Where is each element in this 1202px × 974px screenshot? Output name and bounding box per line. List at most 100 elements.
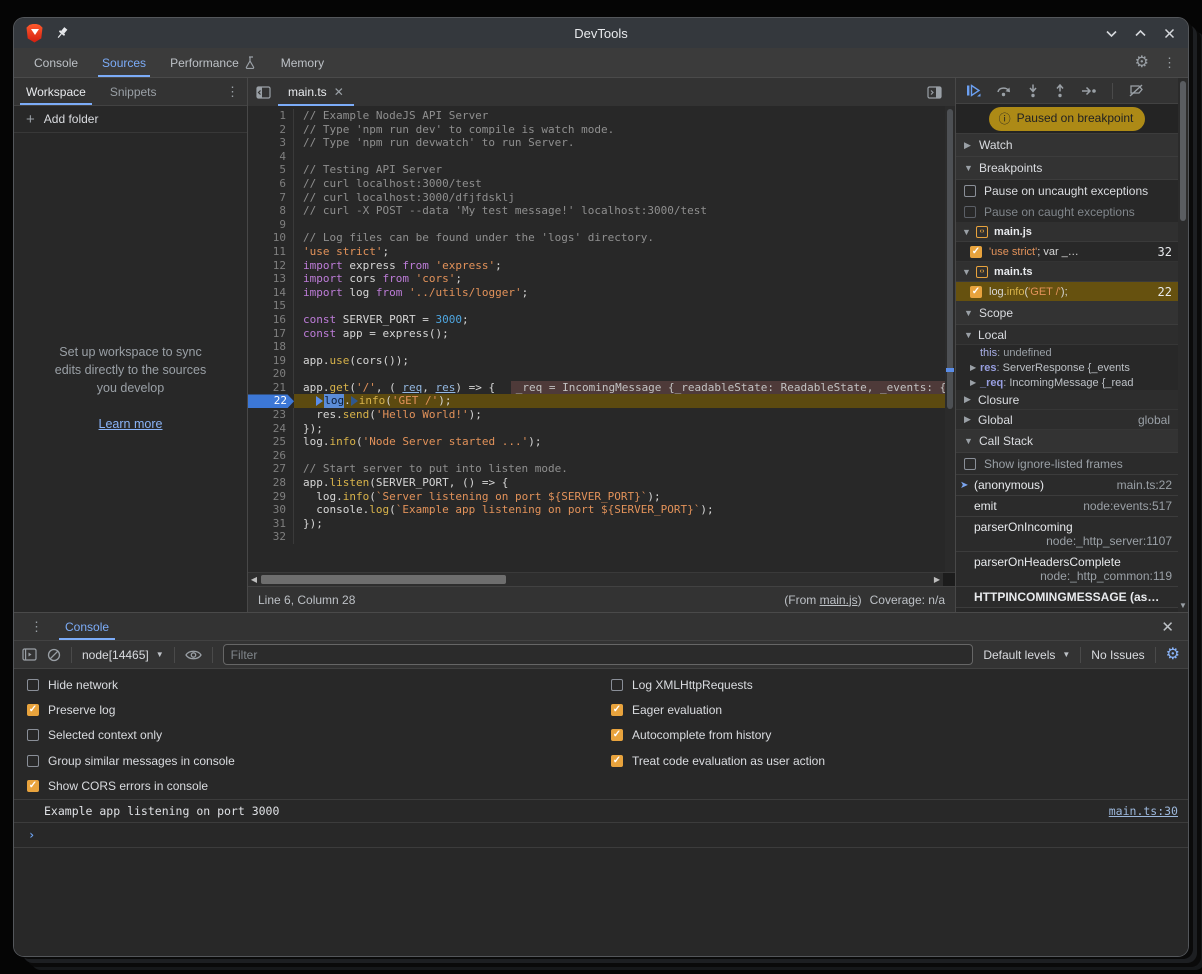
code-line[interactable]: 2// Type 'npm run dev' to compile is wat…: [248, 123, 955, 137]
scope-section-header[interactable]: ▼ Scope: [956, 302, 1178, 325]
code-line[interactable]: 12import express from 'express';: [248, 259, 955, 273]
checkbox-unchecked[interactable]: [27, 755, 39, 767]
checkbox-unchecked[interactable]: [964, 185, 976, 197]
scope-group-closure[interactable]: ▶Closure: [956, 390, 1178, 410]
code-line[interactable]: 5// Testing API Server: [248, 163, 955, 177]
code-line[interactable]: 20: [248, 367, 955, 381]
line-number[interactable]: 10: [248, 231, 294, 245]
line-number[interactable]: 14: [248, 286, 294, 300]
pin-icon[interactable]: [55, 26, 69, 40]
checkbox-disabled[interactable]: [964, 206, 976, 218]
step-out-button[interactable]: [1054, 84, 1066, 98]
learn-more-link[interactable]: Learn more: [14, 417, 247, 431]
call-stack-frame[interactable]: emitnode:events:517: [956, 496, 1178, 517]
watch-section-header[interactable]: ▶ Watch: [956, 134, 1178, 157]
line-number[interactable]: 30: [248, 503, 294, 517]
code-line[interactable]: 6// curl localhost:3000/test: [248, 177, 955, 191]
code-line[interactable]: 21app.get('/', ( req, res) => { _req = I…: [248, 381, 955, 395]
checkbox-checked[interactable]: ✓: [611, 729, 623, 741]
scrollbar-thumb[interactable]: [261, 575, 506, 584]
code-line[interactable]: 10// Log files can be found under the 'l…: [248, 231, 955, 245]
console-setting-row[interactable]: Group similar messages in console: [27, 748, 598, 773]
breakpoint-file-group[interactable]: ▼‹›main.js: [956, 222, 1178, 242]
console-sidebar-icon[interactable]: [22, 648, 37, 661]
collapse-sidebar-icon[interactable]: [248, 78, 278, 106]
from-file-link[interactable]: main.js: [820, 593, 858, 607]
code-line[interactable]: 15: [248, 299, 955, 313]
code-line[interactable]: 28app.listen(SERVER_PORT, () => {: [248, 476, 955, 490]
line-number[interactable]: 3: [248, 136, 294, 150]
code-line[interactable]: 25log.info('Node Server started ...');: [248, 435, 955, 449]
drawer-tab-console[interactable]: Console: [53, 613, 121, 640]
breakpoints-section-header[interactable]: ▼ Breakpoints: [956, 157, 1178, 180]
code-line[interactable]: 27// Start server to put into listen mod…: [248, 462, 955, 476]
code-line[interactable]: 1// Example NodeJS API Server: [248, 109, 955, 123]
scope-variable[interactable]: ▶res: ServerResponse {_events: [956, 360, 1178, 375]
code-line[interactable]: 8// curl -X POST --data 'My test message…: [248, 204, 955, 218]
call-stack-frame[interactable]: parserOnIncomingnode:_http_server:1107: [956, 517, 1178, 552]
line-number[interactable]: 11: [248, 245, 294, 259]
breakpoint-item[interactable]: ✓log.info('GET /');22: [956, 282, 1178, 302]
line-number[interactable]: 13: [248, 272, 294, 286]
scope-variable[interactable]: this: undefined: [956, 345, 1178, 360]
show-ignore-listed-frames-row[interactable]: Show ignore-listed frames: [956, 453, 1178, 475]
scroll-down-arrow[interactable]: ▼: [1178, 601, 1188, 610]
scope-group-local[interactable]: ▼Local: [956, 325, 1178, 345]
settings-gear-icon[interactable]: ⚙: [1135, 55, 1149, 71]
line-number[interactable]: 27: [248, 462, 294, 476]
add-folder-button[interactable]: + Add folder: [14, 106, 247, 133]
filter-input[interactable]: [223, 644, 974, 665]
line-number[interactable]: 23: [248, 408, 294, 422]
pause-uncaught-exceptions-row[interactable]: Pause on uncaught exceptions: [956, 180, 1178, 201]
breakpoint-checkbox[interactable]: ✓: [970, 246, 982, 258]
issues-counter[interactable]: No Issues: [1091, 648, 1144, 662]
line-number[interactable]: 25: [248, 435, 294, 449]
editor-horizontal-scrollbar[interactable]: ◀ ▶: [248, 572, 955, 586]
console-messages[interactable]: Example app listening on port 3000 main.…: [14, 800, 1188, 956]
checkbox-unchecked[interactable]: [611, 679, 623, 691]
step-button[interactable]: [1081, 86, 1097, 96]
code-line[interactable]: 30 console.log(`Example app listening on…: [248, 503, 955, 517]
tab-workspace[interactable]: Workspace: [14, 78, 98, 105]
debugger-scrollbar[interactable]: ▼: [1178, 78, 1188, 612]
line-number[interactable]: 32: [248, 530, 294, 544]
code-line[interactable]: 29 log.info(`Server listening on port ${…: [248, 490, 955, 504]
tab-console[interactable]: Console: [22, 48, 90, 77]
line-number[interactable]: 12: [248, 259, 294, 273]
code-line[interactable]: 24});: [248, 422, 955, 436]
line-number[interactable]: 2: [248, 123, 294, 137]
code-line[interactable]: 19app.use(cors());: [248, 354, 955, 368]
call-stack-frame[interactable]: parserOnHeadersCompletenode:_http_common…: [956, 552, 1178, 587]
console-setting-row[interactable]: Hide network: [27, 672, 598, 697]
console-setting-row[interactable]: ✓Show CORS errors in console: [27, 774, 598, 799]
maximize-button[interactable]: [1134, 27, 1147, 40]
console-settings-gear-icon[interactable]: ⚙: [1166, 647, 1180, 663]
line-number[interactable]: 28: [248, 476, 294, 490]
line-number[interactable]: 26: [248, 449, 294, 463]
code-editor[interactable]: 1// Example NodeJS API Server2// Type 'n…: [248, 106, 955, 572]
line-number[interactable]: 9: [248, 218, 294, 232]
checkbox-unchecked[interactable]: [27, 679, 39, 691]
drawer-more-icon[interactable]: ⋮: [30, 620, 43, 633]
code-line[interactable]: 14import log from '../utils/logger';: [248, 286, 955, 300]
console-setting-row[interactable]: ✓Autocomplete from history: [611, 723, 1188, 748]
line-number[interactable]: 6: [248, 177, 294, 191]
sidebar-more-icon[interactable]: ⋮: [226, 85, 239, 98]
line-number[interactable]: 16: [248, 313, 294, 327]
editor-vertical-scrollbar[interactable]: [945, 106, 955, 572]
scroll-left-arrow[interactable]: ◀: [248, 573, 260, 586]
more-options-icon[interactable]: ⋮: [1163, 56, 1176, 69]
code-line[interactable]: 9: [248, 218, 955, 232]
breakpoint-file-group[interactable]: ▼‹›main.ts: [956, 262, 1178, 282]
line-number[interactable]: 18: [248, 340, 294, 354]
deactivate-breakpoints-button[interactable]: [1128, 84, 1144, 97]
code-line[interactable]: 18: [248, 340, 955, 354]
code-line[interactable]: 4: [248, 150, 955, 164]
context-selector[interactable]: node[14465] ▼: [82, 648, 164, 662]
breakpoint-checkbox[interactable]: ✓: [970, 286, 982, 298]
line-number[interactable]: 24: [248, 422, 294, 436]
callstack-section-header[interactable]: ▼ Call Stack: [956, 430, 1178, 453]
code-line[interactable]: 26: [248, 449, 955, 463]
line-number[interactable]: 7: [248, 191, 294, 205]
line-number[interactable]: 17: [248, 327, 294, 341]
